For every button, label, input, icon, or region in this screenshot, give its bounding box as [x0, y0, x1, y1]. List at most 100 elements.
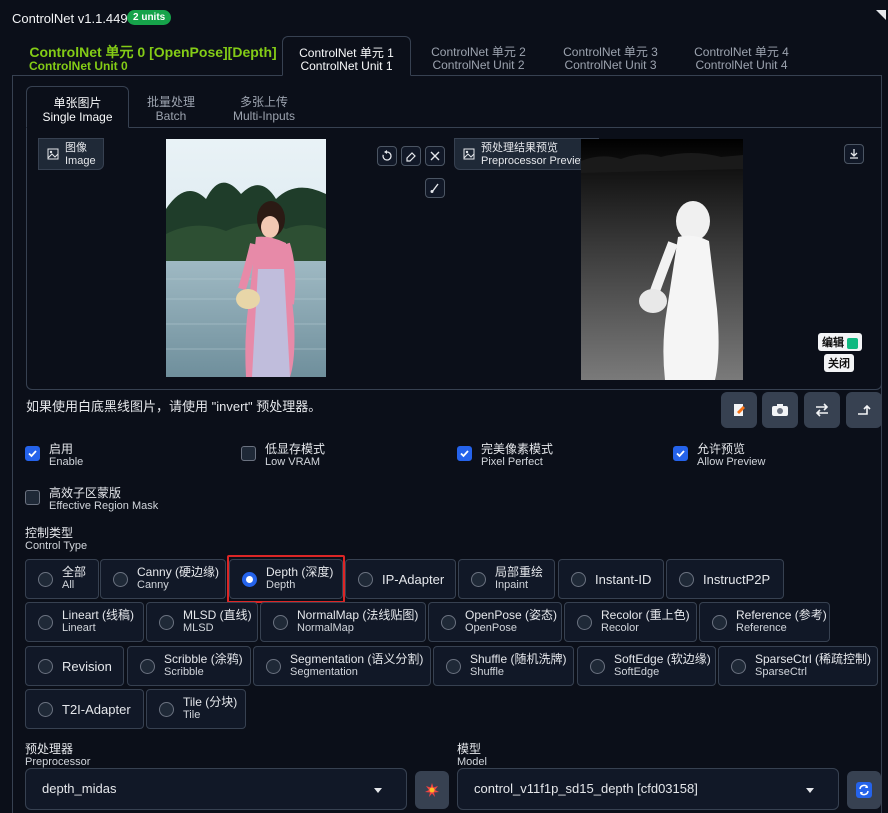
- send-dimensions-button[interactable]: [846, 392, 882, 428]
- open-canvas-button[interactable]: [721, 392, 757, 428]
- effective-region-mask-sublabel: Effective Region Mask: [49, 500, 159, 512]
- refresh-models-button[interactable]: [847, 771, 881, 809]
- checkbox-box[interactable]: [25, 446, 40, 461]
- radio-dot[interactable]: [113, 572, 128, 587]
- eraser-button[interactable]: [401, 146, 421, 166]
- checkbox-box[interactable]: [457, 446, 472, 461]
- control-type-title: 控制类型: [25, 526, 74, 540]
- control-type-shuffle[interactable]: Shuffle (随机洗牌) Shuffle: [433, 646, 574, 686]
- run-preprocessor-button[interactable]: [415, 771, 449, 809]
- brush-button[interactable]: [425, 178, 445, 198]
- control-type-canny[interactable]: Canny (硬边缘) Canny: [100, 559, 226, 599]
- control-type-ip-adapter[interactable]: IP-Adapter: [345, 559, 456, 599]
- control-type-normalmap[interactable]: NormalMap (法线贴图) NormalMap: [260, 602, 426, 642]
- tab-unit-1[interactable]: ControlNet 单元 1 ControlNet Unit 1: [282, 36, 411, 76]
- radio-dot[interactable]: [577, 615, 592, 630]
- preprocessor-dropdown[interactable]: depth_midas: [25, 768, 407, 810]
- control-type-instant-id[interactable]: Instant-ID: [558, 559, 664, 599]
- enable-sublabel: Enable: [49, 456, 84, 468]
- clear-button[interactable]: [425, 146, 445, 166]
- radio-dot[interactable]: [242, 572, 257, 587]
- tab-unit-4[interactable]: ControlNet 单元 4 ControlNet Unit 4: [679, 36, 804, 76]
- control-type-openpose[interactable]: OpenPose (姿态) OpenPose: [428, 602, 562, 642]
- enable-checkbox[interactable]: 启用 Enable: [25, 443, 83, 469]
- control-type-sparsectrl[interactable]: SparseCtrl (稀疏控制) SparseCtrl: [718, 646, 878, 686]
- control-type-sub-text: Scribble: [164, 666, 204, 678]
- eraser-icon: [406, 152, 416, 162]
- radio-dot[interactable]: [273, 615, 288, 630]
- control-type-sub-text: MLSD: [183, 622, 214, 634]
- control-type-softedge[interactable]: SoftEdge (软边缘) SoftEdge: [577, 646, 716, 686]
- control-type-revision[interactable]: Revision: [25, 646, 124, 686]
- control-type-label-text: Scribble (涂鸦): [164, 652, 243, 666]
- radio-dot[interactable]: [38, 702, 53, 717]
- effective-region-mask-label: 高效子区蒙版: [49, 486, 122, 500]
- radio-dot[interactable]: [679, 572, 694, 587]
- control-type-label-text: Shuffle (随机洗牌): [470, 652, 567, 666]
- radio-dot[interactable]: [38, 659, 53, 674]
- download-button[interactable]: [844, 144, 864, 164]
- collapse-icon[interactable]: [874, 8, 888, 22]
- radio-dot[interactable]: [159, 615, 174, 630]
- pixel-perfect-checkbox[interactable]: 完美像素模式 Pixel Perfect: [457, 443, 553, 469]
- tab-unit-2[interactable]: ControlNet 单元 2 ControlNet Unit 2: [416, 36, 541, 76]
- depth-preview[interactable]: [581, 139, 743, 380]
- control-type-sub-text: Shuffle: [470, 666, 505, 678]
- tab-unit-0[interactable]: ControlNet 单元 0 [OpenPose][Depth] Contro…: [22, 36, 284, 76]
- radio-dot[interactable]: [159, 702, 174, 717]
- control-type-segmentation[interactable]: Segmentation (语义分割) Segmentation: [253, 646, 431, 686]
- radio-dot[interactable]: [38, 615, 53, 630]
- edit-tag[interactable]: 编辑: [818, 333, 863, 351]
- reset-button[interactable]: [377, 146, 397, 166]
- preview-label-text: 预处理结果预览: [481, 142, 558, 154]
- control-type-all[interactable]: 全部 All: [25, 559, 99, 599]
- radio-dot[interactable]: [571, 572, 586, 587]
- image-label: 图像 Image: [38, 138, 104, 170]
- radio-dot[interactable]: [471, 572, 486, 587]
- low-vram-checkbox[interactable]: 低显存模式 Low VRAM: [241, 443, 325, 469]
- control-type-t2i-adapter[interactable]: T2I-Adapter: [25, 689, 144, 729]
- radio-dot[interactable]: [358, 572, 373, 587]
- tab-unit-4-label: ControlNet 单元 4: [694, 45, 789, 59]
- allow-preview-checkbox[interactable]: 允许预览 Allow Preview: [673, 443, 765, 469]
- webcam-button[interactable]: [762, 392, 798, 428]
- checkbox-box[interactable]: [241, 446, 256, 461]
- control-type-reference[interactable]: Reference (参考) Reference: [699, 602, 830, 642]
- tab-single-image[interactable]: 单张图片 Single Image: [26, 86, 129, 128]
- effective-region-mask-checkbox[interactable]: 高效子区蒙版 Effective Region Mask: [25, 487, 158, 513]
- tab-multi-inputs[interactable]: 多张上传 Multi-Inputs: [224, 86, 304, 128]
- radio-dot[interactable]: [266, 659, 281, 674]
- swap-button[interactable]: [804, 392, 840, 428]
- control-type-instructp2p[interactable]: InstructP2P: [666, 559, 784, 599]
- preprocessor-title: 预处理器: [25, 742, 74, 756]
- control-type-label-text: Instant-ID: [595, 571, 652, 587]
- control-type-scribble[interactable]: Scribble (涂鸦) Scribble: [127, 646, 251, 686]
- chevron-down-icon: [806, 788, 814, 793]
- checkbox-box[interactable]: [673, 446, 688, 461]
- control-type-sub-text: Reference: [736, 622, 787, 634]
- radio-dot[interactable]: [446, 659, 461, 674]
- control-type-mlsd[interactable]: MLSD (直线) MLSD: [146, 602, 258, 642]
- controlnet-header[interactable]: ControlNet v1.1.449 2 units: [0, 0, 888, 34]
- radio-dot[interactable]: [712, 615, 727, 630]
- radio-dot[interactable]: [140, 659, 155, 674]
- input-photo[interactable]: [166, 139, 326, 377]
- close-tag[interactable]: 关闭: [824, 354, 854, 372]
- radio-dot[interactable]: [590, 659, 605, 674]
- control-type-depth[interactable]: Depth (深度) Depth: [229, 559, 343, 599]
- edit-tag-icon: [847, 337, 859, 349]
- tab-unit-3-sublabel: ControlNet Unit 3: [564, 58, 657, 72]
- model-dropdown[interactable]: control_v11f1p_sd15_depth [cfd03158]: [457, 768, 839, 810]
- control-type-lineart[interactable]: Lineart (线稿) Lineart: [25, 602, 144, 642]
- radio-dot[interactable]: [38, 572, 53, 587]
- control-type-inpaint[interactable]: 局部重绘 Inpaint: [458, 559, 555, 599]
- tab-batch[interactable]: 批量处理 Batch: [136, 86, 206, 128]
- control-type-label-text: Recolor (重上色): [601, 608, 690, 622]
- radio-dot[interactable]: [441, 615, 456, 630]
- control-type-tile[interactable]: Tile (分块) Tile: [146, 689, 246, 729]
- control-type-recolor[interactable]: Recolor (重上色) Recolor: [564, 602, 697, 642]
- radio-dot[interactable]: [731, 659, 746, 674]
- tab-unit-3[interactable]: ControlNet 单元 3 ControlNet Unit 3: [548, 36, 673, 76]
- checkbox-box[interactable]: [25, 490, 40, 505]
- close-icon: [430, 151, 440, 161]
